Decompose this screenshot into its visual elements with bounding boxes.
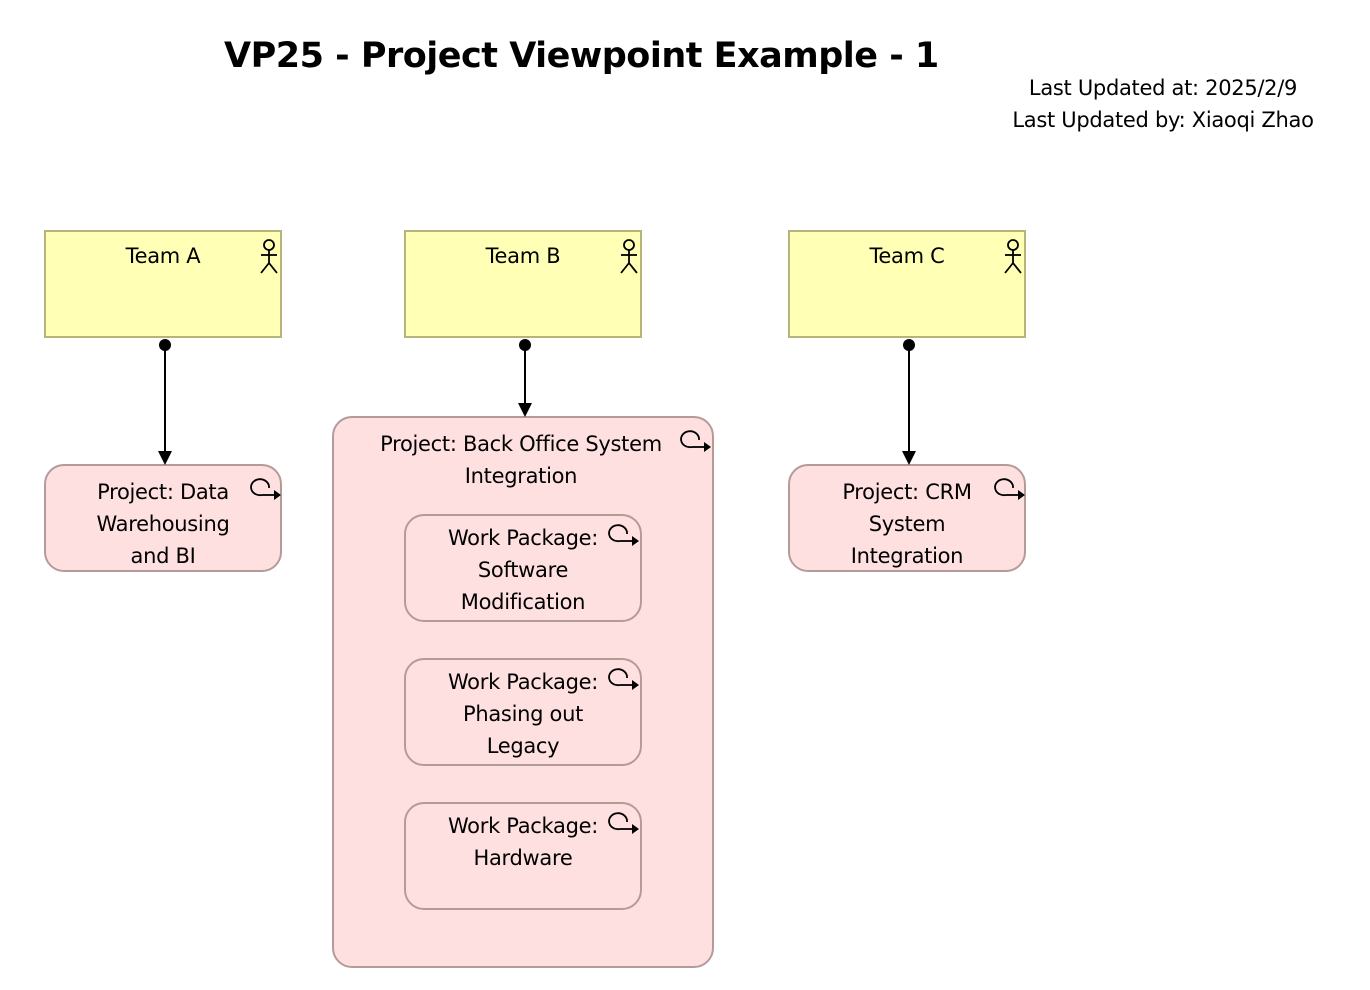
- relationships-layer: [158, 339, 916, 465]
- assignment-team-b-to-back-office[interactable]: [518, 339, 532, 417]
- assignment-team-a-to-data-warehousing[interactable]: [158, 339, 172, 465]
- assignment-team-c-to-crm[interactable]: [902, 339, 916, 465]
